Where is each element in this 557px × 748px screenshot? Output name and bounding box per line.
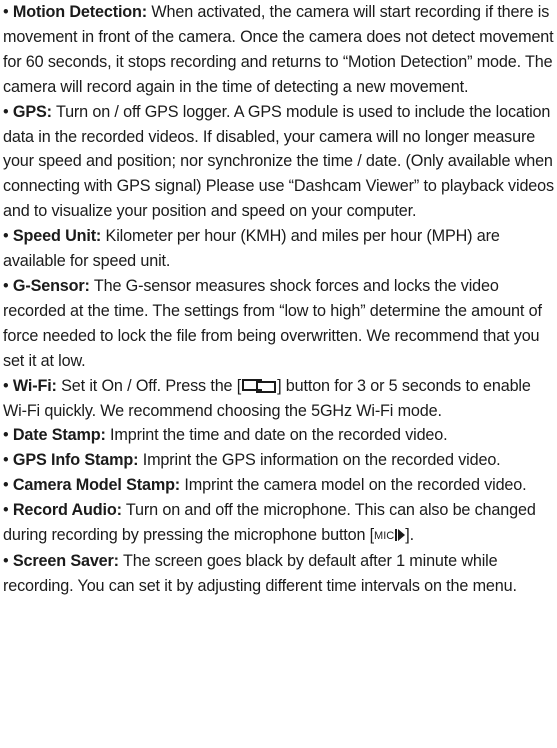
item-speed-unit: • Speed Unit: Kilometer per hour (KMH) a… — [3, 224, 554, 274]
item-term: G-Sensor: — [12, 276, 90, 295]
bullet: • — [3, 227, 9, 246]
bullet: • — [3, 476, 9, 495]
bullet: • — [3, 276, 9, 295]
item-text: Turn on / off GPS logger. A GPS module i… — [3, 102, 554, 221]
bullet: • — [3, 451, 9, 470]
bullet: • — [3, 426, 9, 445]
item-term: Screen Saver: — [12, 551, 119, 570]
bullet: • — [3, 551, 9, 570]
item-term: GPS: — [12, 102, 52, 121]
item-gps: • GPS: Turn on / off GPS logger. A GPS m… — [3, 100, 554, 225]
item-gps-info-stamp: • GPS Info Stamp: Imprint the GPS inform… — [3, 448, 554, 473]
item-date-stamp: • Date Stamp: Imprint the time and date … — [3, 423, 554, 448]
item-camera-model-stamp: • Camera Model Stamp: Imprint the camera… — [3, 473, 554, 498]
bullet: • — [3, 3, 9, 21]
item-term: Record Audio: — [12, 501, 122, 520]
item-term: Motion Detection: — [12, 3, 148, 21]
item-text: Imprint the time and date on the recorde… — [110, 426, 448, 445]
item-motion-detection: • Motion Detection: When activated, the … — [3, 0, 554, 100]
item-term: Speed Unit: — [12, 227, 102, 246]
item-g-sensor: • G-Sensor: The G-sensor measures shock … — [3, 274, 554, 374]
item-record-audio: • Record Audio: Turn on and off the micr… — [3, 498, 554, 549]
item-text-after: ]. — [405, 526, 414, 545]
bullet: • — [3, 102, 9, 121]
dual-screen-button-icon — [242, 379, 277, 394]
item-text: Imprint the camera model on the recorded… — [184, 476, 527, 495]
bullet: • — [3, 501, 9, 520]
item-term: Camera Model Stamp: — [12, 476, 181, 495]
item-wifi: • Wi-Fi: Set it On / Off. Press the [] b… — [3, 374, 554, 424]
item-term: Date Stamp: — [12, 426, 106, 445]
settings-description-list: • Motion Detection: When activated, the … — [0, 0, 557, 599]
item-text-before: Set it On / Off. Press the [ — [61, 376, 242, 395]
item-term: GPS Info Stamp: — [12, 451, 139, 470]
mic-label: MIC — [374, 530, 395, 543]
item-term: Wi-Fi: — [12, 376, 57, 395]
play-pause-icon — [395, 529, 406, 542]
bullet: • — [3, 376, 9, 395]
item-screen-saver: • Screen Saver: The screen goes black by… — [3, 549, 554, 599]
item-text: Imprint the GPS information on the recor… — [142, 451, 501, 470]
